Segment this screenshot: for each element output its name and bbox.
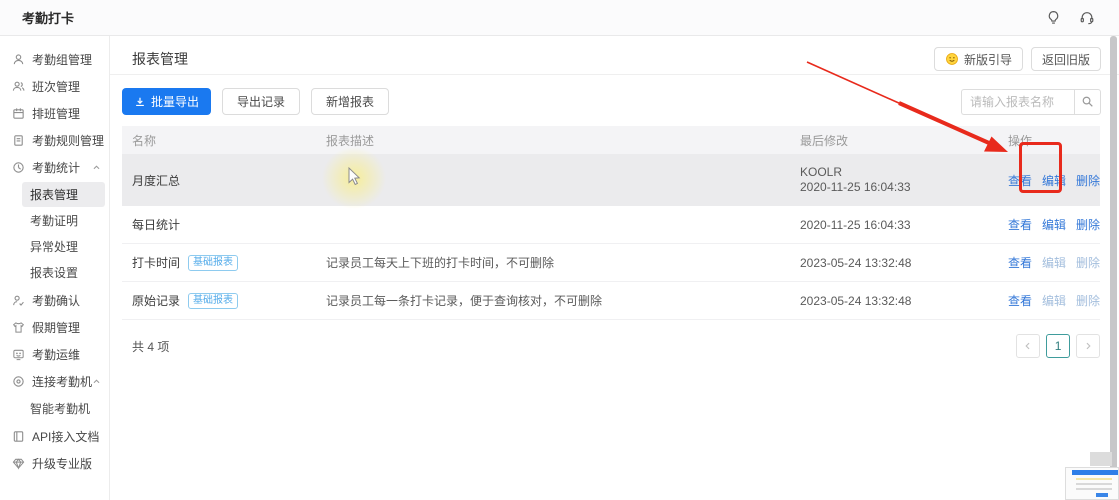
sidebar-item-shift-management[interactable]: 班次管理 [0,73,109,100]
sidebar-item-attendance-statistics[interactable]: 考勤统计 [0,154,109,181]
edit-link[interactable]: 编辑 [1042,216,1066,233]
delete-link[interactable]: 删除 [1076,216,1100,233]
headset-icon[interactable] [1079,10,1095,25]
column-header-actions: 操作 [1008,132,1100,149]
user-check-icon [12,294,25,307]
chevron-up-icon [92,163,101,172]
download-icon [134,96,146,108]
export-records-button[interactable]: 导出记录 [222,88,300,115]
modified-at: 2023-05-24 13:32:48 [800,294,1008,308]
mini-window-fragment [1090,452,1112,466]
table-row[interactable]: 每日统计 2020-11-25 16:04:33 查看 编辑 删除 [122,206,1100,244]
users-icon [12,80,25,93]
mini-window-thumbnail [1065,467,1119,500]
sidebar-item-api-docs[interactable]: API接入文档 [0,423,109,450]
edit-link: 编辑 [1042,254,1066,271]
view-link[interactable]: 查看 [1008,172,1032,189]
delete-link: 删除 [1076,292,1100,309]
user-icon [12,53,25,66]
sidebar-item-attendance-ops[interactable]: 考勤运维 [0,341,109,368]
gem-icon [12,457,25,470]
document-icon [12,134,25,147]
search-icon [1081,95,1094,108]
view-link[interactable]: 查看 [1008,292,1032,309]
calendar-icon [12,107,25,120]
modified-at: 2023-05-24 13:32:48 [800,256,1008,270]
delete-link[interactable]: 删除 [1076,172,1100,189]
sidebar-item-report-management[interactable]: 报表管理 [22,182,105,207]
shirt-icon [12,321,25,334]
sidebar-item-attendance-group-management[interactable]: 考勤组管理 [0,46,109,73]
edit-link[interactable]: 编辑 [1042,172,1066,189]
batch-export-button[interactable]: 批量导出 [122,88,211,115]
column-header-last-modified: 最后修改 [800,132,1008,149]
app-title: 考勤打卡 [22,8,74,27]
sidebar-item-smart-attendance-machine[interactable]: 智能考勤机 [22,396,105,421]
report-search-input[interactable] [961,89,1074,115]
pagination: 1 [1016,334,1100,358]
search-button[interactable] [1074,89,1101,115]
page-title: 报表管理 [132,49,188,69]
total-count: 共 4 项 [122,338,169,355]
delete-link: 删除 [1076,254,1100,271]
view-link[interactable]: 查看 [1008,216,1032,233]
sidebar-item-scheduling-management[interactable]: 排班管理 [0,100,109,127]
vertical-scrollbar[interactable] [1110,36,1117,500]
modified-at: 2020-11-25 16:04:33 [800,218,1008,232]
edit-link: 编辑 [1042,292,1066,309]
column-header-name: 名称 [132,132,326,149]
modified-by: KOOLR [800,165,1008,180]
sidebar-item-attendance-confirmation[interactable]: 考勤确认 [0,287,109,314]
sidebar-item-upgrade-pro[interactable]: 升级专业版 [0,450,109,477]
chevron-right-icon [1083,341,1093,351]
lightbulb-icon[interactable] [1046,10,1061,25]
table-row[interactable]: 月度汇总 KOOLR 2020-11-25 16:04:33 查看 编辑 删除 [122,154,1100,206]
basic-report-badge: 基础报表 [188,293,238,309]
page-number-button[interactable]: 1 [1046,334,1070,358]
modified-at: 2020-11-25 16:04:33 [800,180,1008,195]
back-to-old-version-button[interactable]: 返回旧版 [1031,47,1101,71]
table-row[interactable]: 原始记录 基础报表 记录员工每一条打卡记录，便于查询核对，不可删除 2023-0… [122,282,1100,320]
prev-page-button[interactable] [1016,334,1040,358]
chevron-left-icon [1023,341,1033,351]
sidebar-item-attendance-certificate[interactable]: 考勤证明 [22,208,105,233]
monitor-face-icon [12,348,25,361]
table-row[interactable]: 打卡时间 基础报表 记录员工每天上下班的打卡时间，不可删除 2023-05-24… [122,244,1100,282]
sidebar-item-leave-management[interactable]: 假期管理 [0,314,109,341]
topbar: 考勤打卡 [0,0,1119,36]
chevron-up-icon [92,377,101,386]
smiley-icon [945,52,959,66]
view-link[interactable]: 查看 [1008,254,1032,271]
machine-icon [12,375,25,388]
clock-icon [12,161,25,174]
sidebar-item-exception-handling[interactable]: 异常处理 [22,234,105,259]
new-version-guide-button[interactable]: 新版引导 [934,47,1023,71]
report-table: 名称 报表描述 最后修改 操作 月度汇总 KOOLR 2020-11-25 16… [122,126,1100,320]
sidebar-item-attendance-rules[interactable]: 考勤规则管理 [0,127,109,154]
sidebar-item-connect-attendance-machine[interactable]: 连接考勤机 [0,368,109,395]
sidebar: 考勤组管理 班次管理 排班管理 考勤规则管理 考勤统计 报表管理 考勤证明 [0,36,110,500]
new-report-button[interactable]: 新增报表 [311,88,389,115]
next-page-button[interactable] [1076,334,1100,358]
main-content: 报表管理 新版引导 返回旧版 批量导出 导出记录 [110,36,1119,500]
column-header-description: 报表描述 [326,132,800,149]
sidebar-item-report-settings[interactable]: 报表设置 [22,260,105,285]
basic-report-badge: 基础报表 [188,255,238,271]
book-icon [12,430,25,443]
table-header: 名称 报表描述 最后修改 操作 [122,126,1100,154]
